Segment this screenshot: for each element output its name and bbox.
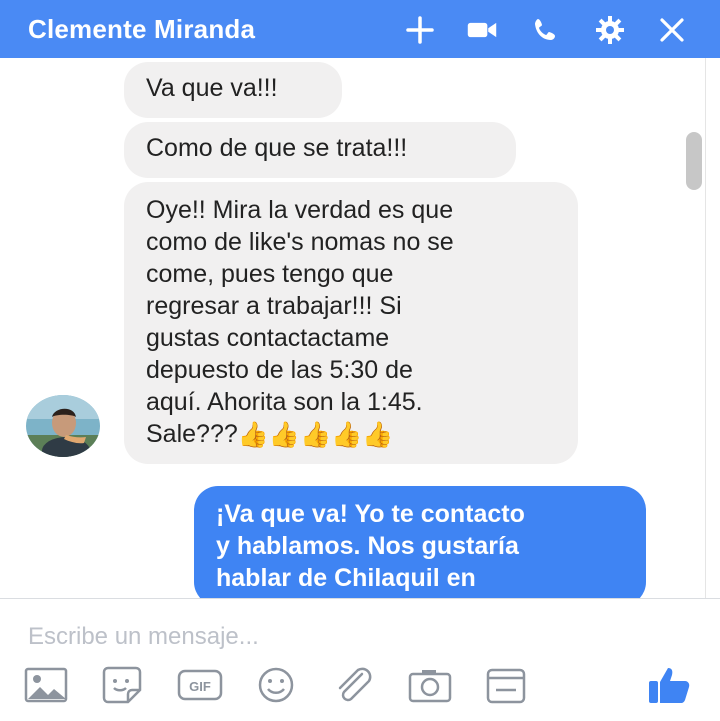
close-icon[interactable] (656, 14, 688, 46)
chat-window: Clemente Miranda Va que va!!! Como de qu… (0, 0, 720, 721)
contact-name[interactable]: Clemente Miranda (28, 14, 255, 45)
video-camera-icon[interactable] (466, 14, 498, 46)
message-list[interactable]: Va que va!!! Como de que se trata!!! Oye… (0, 58, 700, 598)
avatar[interactable] (26, 395, 100, 457)
gif-label: GIF (189, 679, 211, 694)
message-bubble-incoming[interactable]: Va que va!!! (124, 62, 342, 118)
message-text: Como de que se trata!!! (146, 134, 408, 162)
thumbs-up-icon[interactable] (646, 665, 694, 705)
plus-icon[interactable] (404, 14, 436, 46)
message-text: Sale??? (146, 420, 238, 448)
composer: GIF (0, 598, 720, 721)
emoji-icon[interactable] (252, 665, 300, 705)
chat-header: Clemente Miranda (0, 0, 720, 58)
message-input[interactable] (26, 619, 590, 655)
message-line: Oye!! Mira la verdad es que (146, 196, 454, 224)
gear-icon[interactable] (594, 14, 626, 46)
message-line: gustas contactactame (146, 324, 390, 352)
gif-icon[interactable]: GIF (176, 665, 224, 705)
phone-icon[interactable] (530, 14, 562, 46)
image-icon[interactable] (22, 665, 70, 705)
message-bubble-incoming[interactable]: Como de que se trata!!! (124, 122, 516, 178)
message-line: como de like's nomas no se (146, 228, 454, 256)
message-line: Sale???👍👍👍👍👍 (146, 418, 556, 451)
thumbs-up-emoji-row: 👍👍👍👍👍 (237, 421, 394, 450)
message-text: Va que va!!! (146, 74, 278, 102)
message-line: regresar a trabajar!!! Si (146, 292, 402, 320)
message-line: hablar de Chilaquil en (216, 564, 476, 592)
message-line: come, pues tengo que (146, 260, 394, 288)
camera-icon[interactable] (406, 665, 454, 705)
calendar-icon[interactable] (482, 665, 530, 705)
window-edge (705, 58, 720, 598)
paperclip-icon[interactable] (330, 665, 378, 705)
message-line: ¡Va que va! Yo te contacto (216, 500, 525, 528)
message-bubble-outgoing[interactable]: ¡Va que va! Yo te contacto y hablamos. N… (194, 486, 646, 598)
sticker-icon[interactable] (98, 665, 146, 705)
message-line: aquí. Ahorita son la 1:45. (146, 388, 423, 416)
message-line: y hablamos. Nos gustaría (216, 532, 519, 560)
message-bubble-incoming[interactable]: Oye!! Mira la verdad es que como de like… (124, 182, 578, 464)
message-line: depuesto de las 5:30 de (146, 356, 413, 384)
scrollbar-thumb[interactable] (686, 132, 702, 190)
